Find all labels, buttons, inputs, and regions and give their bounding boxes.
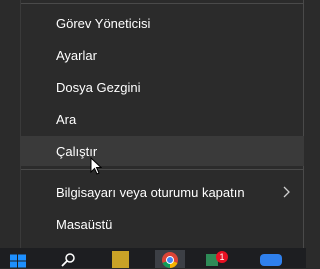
menu-separator bbox=[21, 169, 304, 170]
menu-item-label: Ayarlar bbox=[56, 47, 97, 63]
app-icon bbox=[260, 254, 282, 266]
taskbar-app-icon[interactable]: 1 bbox=[206, 251, 230, 268]
chrome-icon bbox=[162, 252, 178, 269]
menu-separator bbox=[21, 3, 304, 4]
power-user-context-menu: Görev Yöneticisi Ayarlar Dosya Gezgini A… bbox=[20, 0, 304, 248]
taskbar-app-icon[interactable] bbox=[258, 252, 284, 266]
mouse-cursor-icon bbox=[90, 157, 102, 175]
menu-item-label: Ara bbox=[56, 111, 77, 127]
windows-start-icon[interactable] bbox=[9, 253, 27, 269]
menu-item-label: Dosya Gezgini bbox=[56, 79, 141, 95]
menu-item-label: Görev Yöneticisi bbox=[56, 15, 151, 31]
chevron-right-icon bbox=[283, 186, 290, 198]
search-icon[interactable] bbox=[60, 252, 78, 268]
menu-item-run[interactable]: Çalıştır bbox=[21, 136, 304, 166]
menu-item-settings[interactable]: Ayarlar bbox=[21, 40, 304, 70]
menu-item-desktop[interactable]: Masaüstü bbox=[21, 209, 304, 239]
menu-item-search[interactable]: Ara bbox=[21, 104, 304, 134]
taskbar-app-icon[interactable] bbox=[112, 251, 129, 268]
menu-item-label: Masaüstü bbox=[56, 216, 113, 232]
taskbar-app-active[interactable] bbox=[155, 250, 185, 269]
menu-item-file-explorer[interactable]: Dosya Gezgini bbox=[21, 72, 304, 102]
menu-item-shutdown-signout[interactable]: Bilgisayarı veya oturumu kapatın bbox=[21, 177, 304, 207]
menu-item-label: Bilgisayarı veya oturumu kapatın bbox=[56, 184, 245, 200]
notification-badge: 1 bbox=[216, 251, 228, 263]
menu-item-task-manager[interactable]: Görev Yöneticisi bbox=[21, 8, 304, 38]
